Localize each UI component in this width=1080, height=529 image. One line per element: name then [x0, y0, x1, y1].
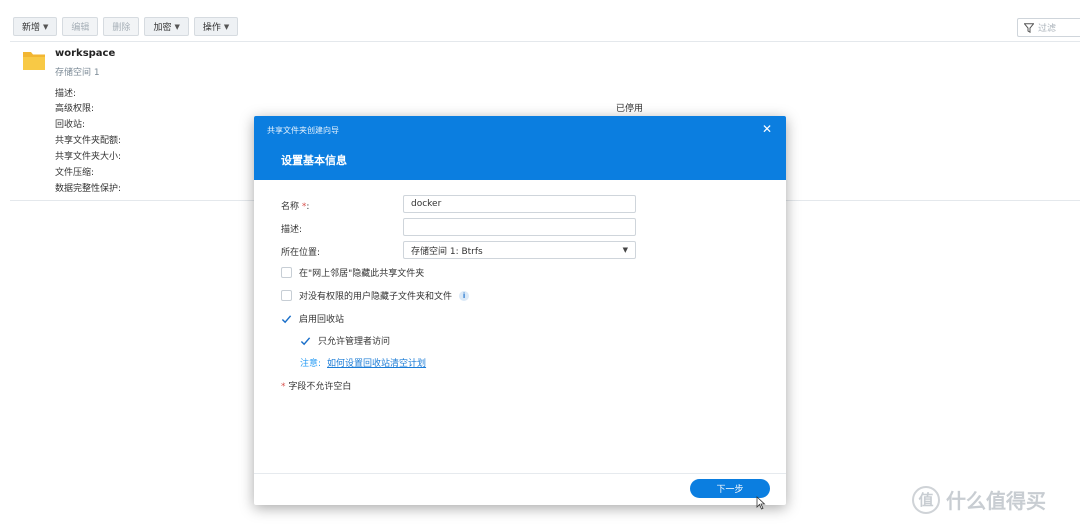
enable-recycle-checkbox[interactable] — [281, 313, 292, 324]
enable-recycle-option[interactable]: 启用回收站 — [281, 312, 344, 325]
location-select[interactable]: 存储空间 1: Btrfs ▼ — [403, 241, 636, 259]
watermark: 值 什么值得买 — [912, 485, 1046, 514]
hide-network-option[interactable]: 在"网上邻居"隐藏此共享文件夹 — [281, 266, 424, 279]
close-icon: ✕ — [761, 122, 773, 136]
name-label: 名称 *: — [281, 202, 310, 212]
recycle-note: 注意: 如何设置回收站清空计划 — [300, 356, 426, 369]
required-field-note: * 字段不允许空白 — [281, 382, 352, 392]
watermark-badge-icon: 值 — [912, 485, 940, 514]
mouse-cursor-icon — [756, 496, 766, 510]
dialog-header: 共享文件夹创建向导 设置基本信息 ✕ — [254, 116, 786, 180]
close-button[interactable]: ✕ — [760, 122, 774, 136]
hide-no-permission-option[interactable]: 对没有权限的用户隐藏子文件夹和文件 i — [281, 289, 470, 302]
hide-network-checkbox[interactable] — [281, 267, 292, 278]
hide-no-permission-checkbox[interactable] — [281, 290, 292, 301]
wizard-title: 共享文件夹创建向导 — [267, 126, 339, 135]
step-title: 设置基本信息 — [281, 154, 347, 167]
description-label: 描述: — [281, 225, 303, 235]
admin-only-checkbox[interactable] — [300, 335, 311, 346]
caret-down-icon: ▼ — [622, 246, 628, 254]
admin-only-option[interactable]: 只允许管理者访问 — [300, 334, 390, 347]
location-label: 所在位置: — [281, 248, 321, 258]
info-icon[interactable]: i — [459, 290, 470, 301]
dialog-footer-divider — [254, 473, 786, 474]
create-share-wizard-dialog: 共享文件夹创建向导 设置基本信息 ✕ 名称 *: docker 描述: 所在位置… — [254, 116, 786, 505]
watermark-text: 什么值得买 — [946, 489, 1046, 513]
description-input[interactable] — [403, 218, 636, 236]
recycle-schedule-link[interactable]: 如何设置回收站清空计划 — [327, 356, 426, 369]
name-input[interactable]: docker — [403, 195, 636, 213]
check-icon — [300, 336, 311, 345]
check-icon — [281, 314, 292, 323]
